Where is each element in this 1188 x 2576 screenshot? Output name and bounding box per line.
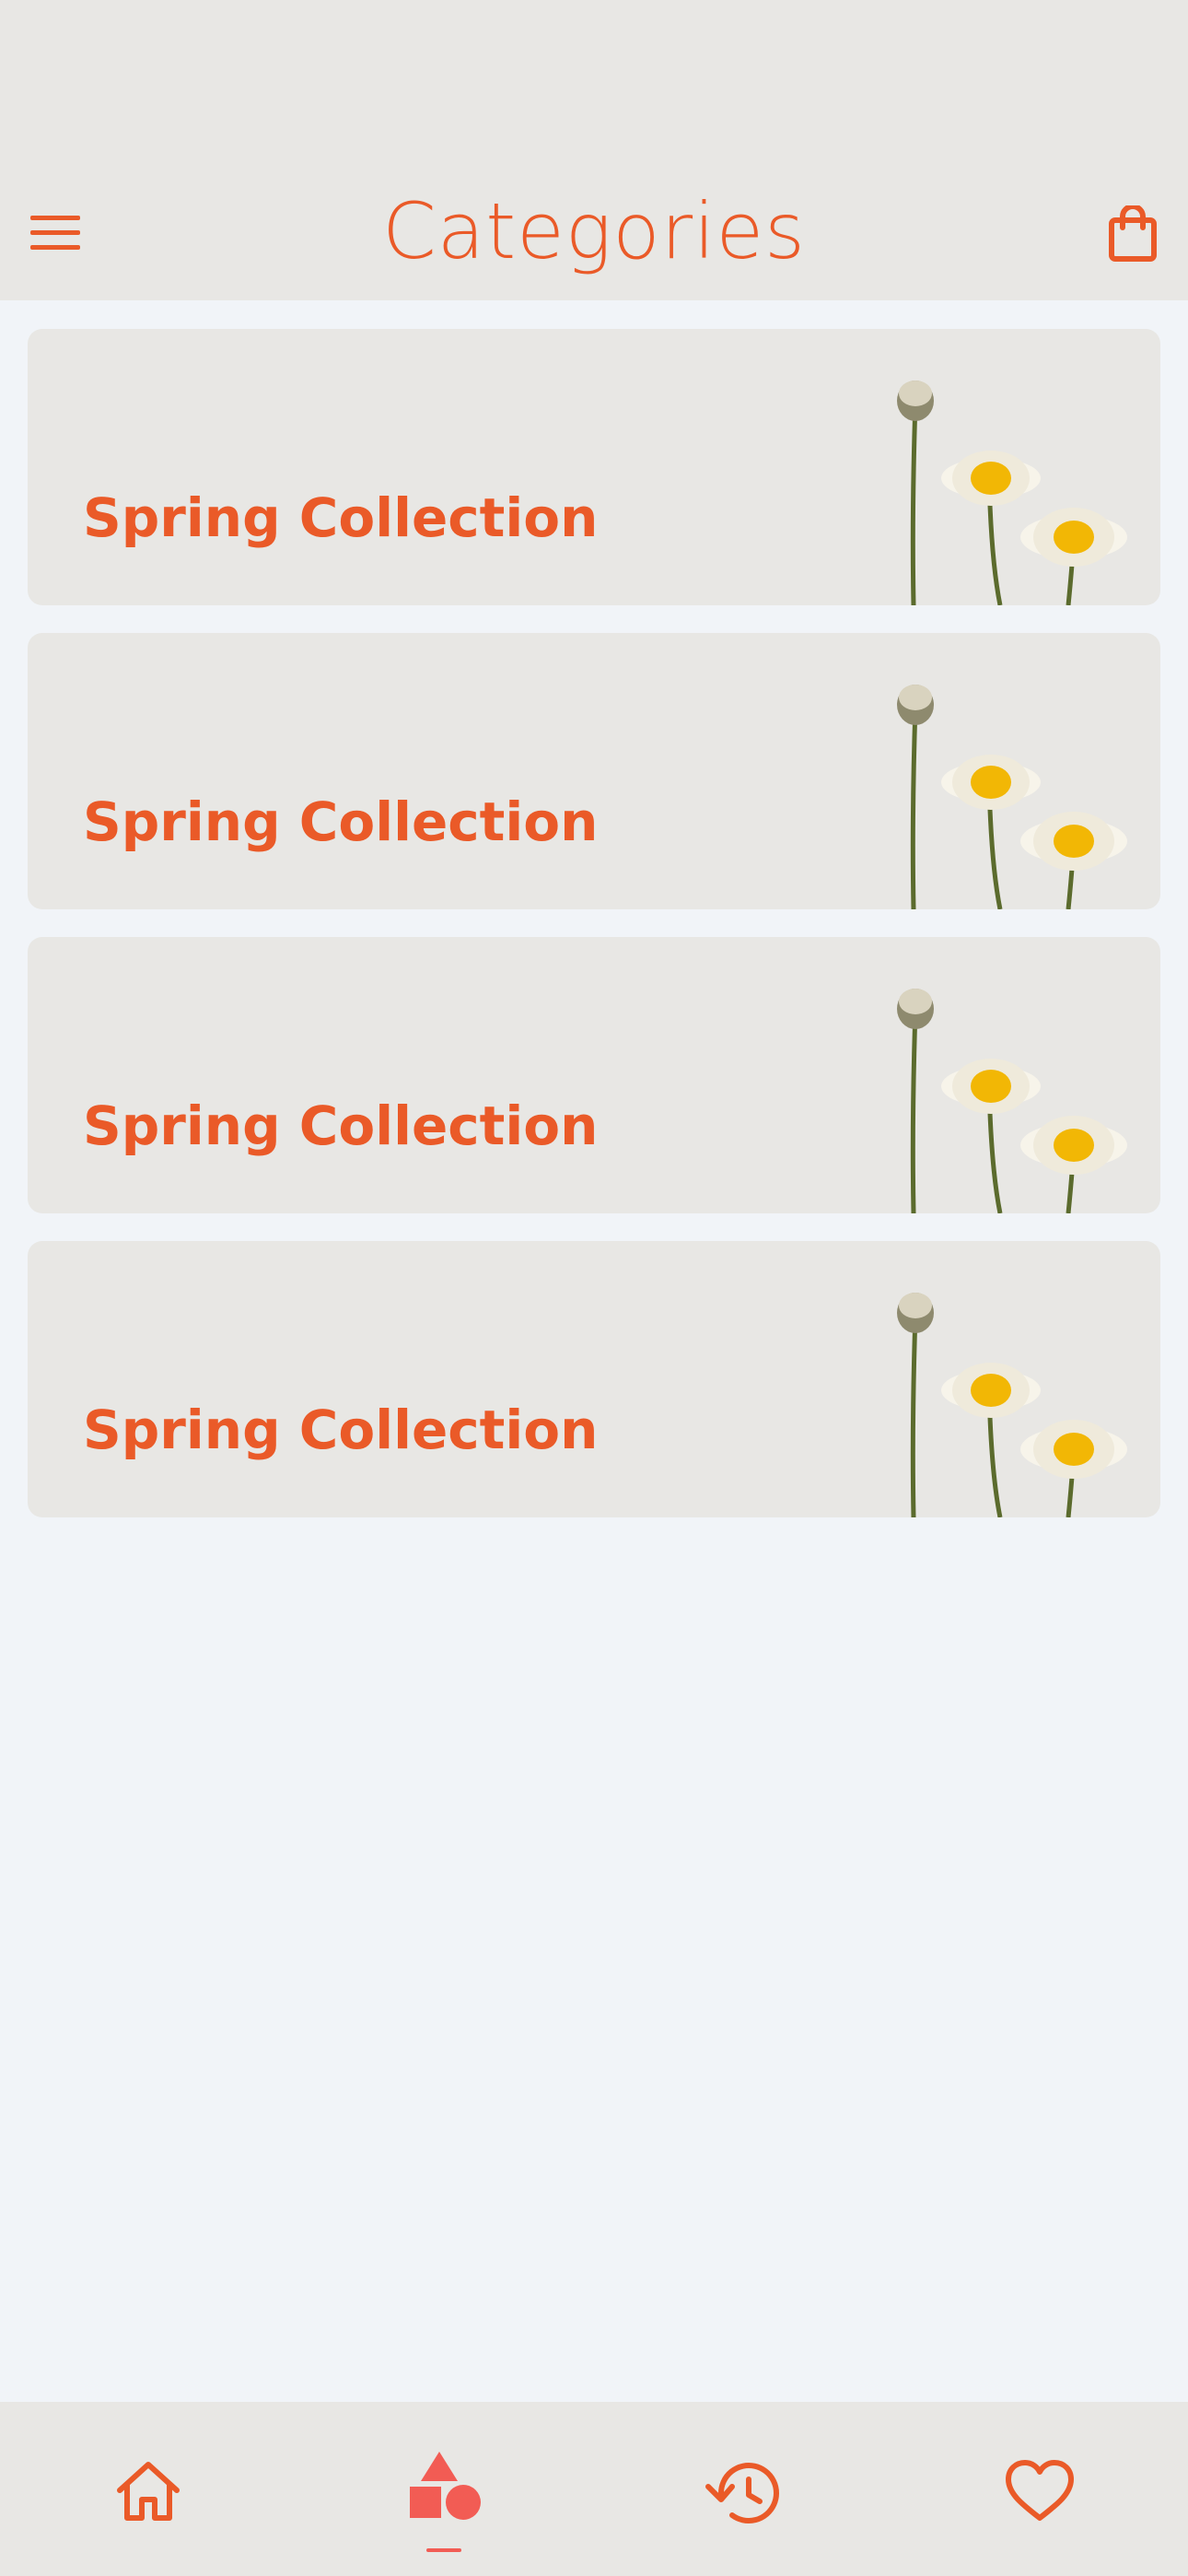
history-icon — [705, 2463, 779, 2523]
cart-button[interactable] — [1096, 197, 1170, 271]
nav-categories[interactable] — [371, 2420, 518, 2558]
nav-history[interactable] — [670, 2420, 817, 2558]
category-title: Spring Collection — [83, 1399, 599, 1461]
daisy-flowers-image — [897, 381, 1127, 605]
nav-home[interactable] — [75, 2420, 222, 2558]
shapes-icon — [410, 2452, 481, 2520]
home-icon — [117, 2462, 180, 2521]
daisy-flowers-image — [897, 1293, 1127, 1517]
bottom-navigation — [0, 2402, 1188, 2576]
daisy-flowers-image — [897, 685, 1127, 909]
active-tab-indicator — [426, 2548, 461, 2552]
category-title: Spring Collection — [83, 486, 599, 549]
app-header: Categories — [0, 0, 1188, 300]
heart-icon — [1006, 2460, 1074, 2521]
category-list: Spring Collection Spring Collection Spri… — [28, 329, 1160, 1545]
category-card[interactable]: Spring Collection — [28, 1241, 1160, 1517]
nav-favorites[interactable] — [966, 2420, 1113, 2558]
page-title: Categories — [382, 186, 806, 276]
category-title: Spring Collection — [83, 790, 599, 853]
daisy-flowers-image — [897, 989, 1127, 1213]
shopping-bag-icon — [1109, 205, 1157, 262]
category-card[interactable]: Spring Collection — [28, 633, 1160, 909]
category-card[interactable]: Spring Collection — [28, 329, 1160, 605]
category-title: Spring Collection — [83, 1095, 599, 1157]
category-card[interactable]: Spring Collection — [28, 937, 1160, 1213]
